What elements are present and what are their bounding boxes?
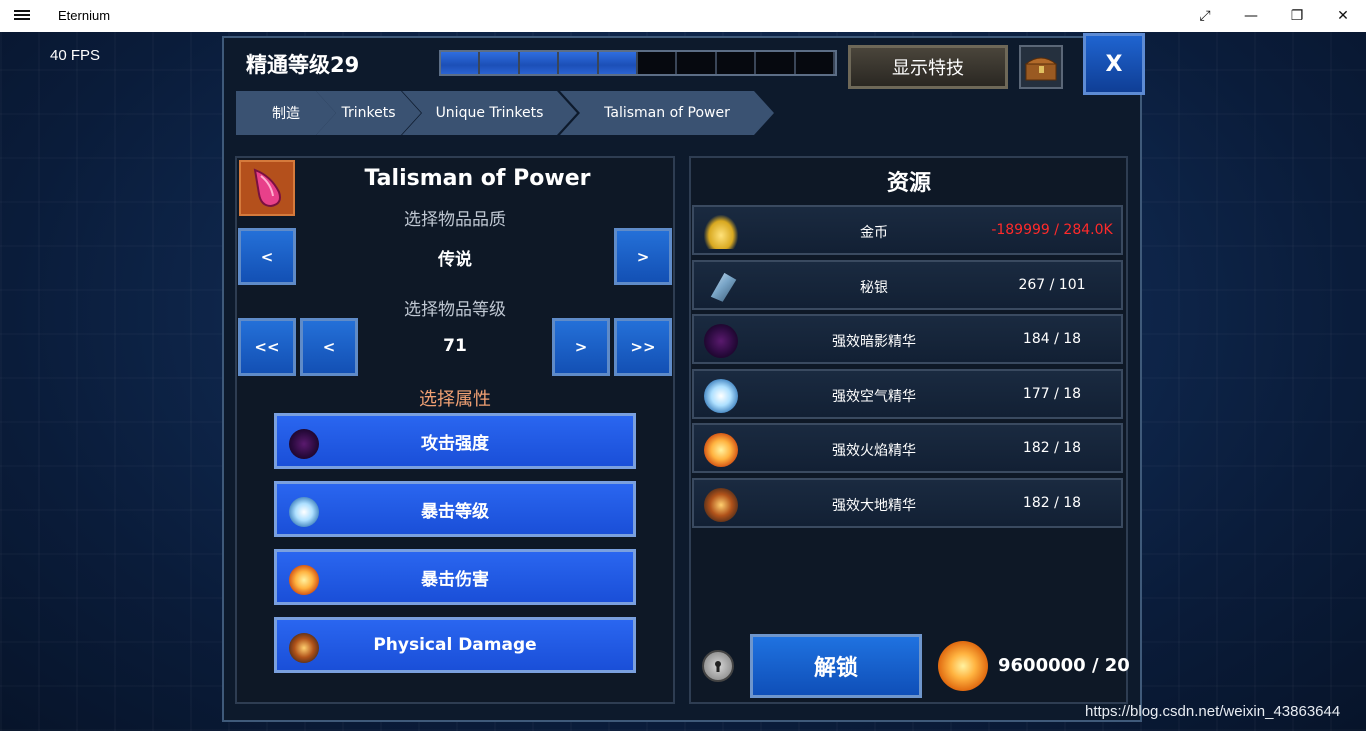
dragon-essence-icon [938,641,988,691]
shadow-essence-icon [704,324,738,358]
air-essence-icon [289,497,319,527]
mithril-icon [710,272,737,302]
quality-value: 传说 [438,250,472,270]
watermark: https://blog.csdn.net/weixin_43863644 [1085,703,1341,720]
quality-next-button[interactable]: > [614,228,672,285]
xp-segment [796,52,836,74]
breadcrumb-item-craft[interactable]: 制造 [236,91,336,135]
resource-value: 184 / 18 [1022,331,1082,347]
xp-segment [519,52,560,74]
gold-coins-icon [704,215,738,249]
resource-row: 强效暗影精华 184 / 18 [692,314,1123,364]
resource-row: 强效火焰精华 182 / 18 [692,423,1123,473]
fullscreen-icon[interactable]: ⤢ [1182,0,1228,32]
attr-option-label: Physical Damage [373,635,537,655]
level-prev-button[interactable]: < [300,318,358,376]
level-first-button[interactable]: << [238,318,296,376]
chest-icon [1024,57,1058,81]
attr-option-physical-damage[interactable]: Physical Damage [274,617,636,673]
earth-essence-icon [704,487,738,522]
xp-segment [638,52,678,74]
resource-name: 强效大地精华 [832,497,916,514]
chest-button[interactable] [1019,45,1063,89]
level-last-button[interactable]: >> [614,318,672,376]
xp-segment [559,52,599,74]
item-name: Talisman of Power [364,166,591,191]
unlock-cost: 9600000 / 20 [998,655,1130,676]
app-title: Eternium [58,8,111,23]
attr-option-label: 攻击强度 [421,433,489,454]
breadcrumb-item-talisman[interactable]: Talisman of Power [560,91,774,135]
xp-segment [441,52,481,74]
xp-segment [717,52,757,74]
resource-name: 强效空气精华 [832,388,916,405]
quality-prev-button[interactable]: < [238,228,296,285]
minimize-button[interactable]: — [1228,0,1274,32]
fire-essence-icon [289,565,319,595]
attribute-title: 选择属性 [419,389,491,410]
air-essence-icon [704,378,738,413]
resource-value: 267 / 101 [1018,276,1086,293]
close-panel-button[interactable]: X [1083,33,1145,95]
mastery-level: 精通等级29 [246,53,360,77]
resource-name: 强效火焰精华 [832,443,916,459]
menu-icon[interactable] [14,8,30,24]
level-label: 选择物品等级 [404,300,506,320]
earth-essence-icon [289,633,319,663]
attr-option-label: 暴击等级 [421,501,489,522]
xp-segment [677,52,717,74]
fire-essence-icon [704,433,738,467]
resource-value: -189999 / 284.0K [991,222,1113,238]
attr-option-crit-rating[interactable]: 暴击等级 [274,481,636,537]
resource-value: 182 / 18 [1022,494,1082,511]
shadow-essence-icon [289,429,319,459]
xp-segment [480,52,520,74]
attr-option-crit-damage[interactable]: 暴击伤害 [274,549,636,605]
level-next-button[interactable]: > [552,318,610,376]
level-value: 71 [443,336,467,356]
resource-name: 强效暗影精华 [832,334,916,350]
resource-row: 金币 -189999 / 284.0K [692,205,1123,255]
fps-counter: 40 FPS [50,47,101,64]
show-skills-button[interactable]: 显示特技 [848,45,1008,89]
resources-title: 资源 [886,171,931,196]
restore-button[interactable]: ❐ [1274,0,1320,32]
breadcrumb-item-unique-trinkets[interactable]: Unique Trinkets [402,91,577,135]
mastery-progress-bar [439,50,837,76]
xp-segment [756,52,796,74]
resource-row: 秘银 267 / 101 [692,259,1123,310]
attr-option-label: 暴击伤害 [421,569,489,590]
resource-value: 182 / 18 [1022,440,1082,456]
attr-option-attack-power[interactable]: 攻击强度 [274,413,636,469]
xp-segment [598,52,639,74]
resource-name: 秘银 [860,279,888,296]
resource-name: 金币 [860,225,888,241]
resource-row: 强效空气精华 177 / 18 [692,368,1123,419]
close-window-button[interactable]: ✕ [1320,0,1366,32]
resource-row: 强效大地精华 182 / 18 [692,477,1123,528]
window-titlebar: Eternium ⤢ — ❐ ✕ [0,0,1366,32]
talisman-icon [239,160,295,216]
unlock-button[interactable]: 解锁 [750,634,922,698]
resource-value: 177 / 18 [1022,385,1082,402]
quality-label: 选择物品品质 [404,210,506,230]
lock-icon [702,650,734,682]
